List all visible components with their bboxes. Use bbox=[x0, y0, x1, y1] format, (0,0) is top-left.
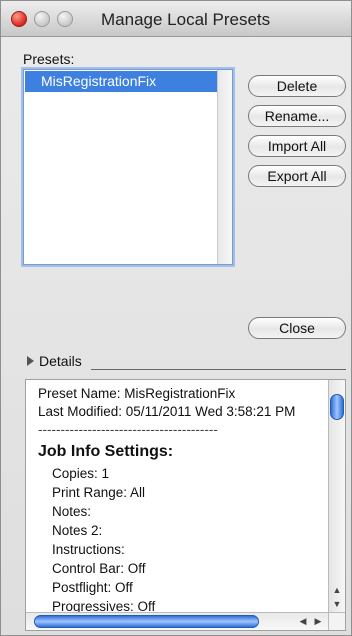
scroll-right-arrow-icon[interactable]: ▶ bbox=[311, 616, 325, 627]
details-vertical-scrollbar[interactable]: ▲ ▼ bbox=[328, 380, 345, 613]
delete-button[interactable]: Delete bbox=[248, 75, 346, 97]
detail-notes-2: Notes 2: bbox=[52, 523, 103, 538]
details-label[interactable]: Details bbox=[39, 353, 82, 369]
details-divider bbox=[91, 369, 346, 370]
presets-list-scrollbar[interactable] bbox=[217, 70, 232, 264]
list-item[interactable]: MisRegistrationFix bbox=[25, 71, 219, 92]
disclosure-triangle-icon[interactable] bbox=[27, 356, 34, 366]
horizontal-scroll-thumb[interactable] bbox=[34, 615, 259, 628]
scroll-corner bbox=[328, 612, 345, 630]
scroll-up-arrow-icon[interactable]: ▲ bbox=[330, 585, 344, 595]
details-horizontal-scrollbar[interactable]: ◀ ▶ bbox=[26, 612, 329, 630]
detail-postflight: Postflight: Off bbox=[52, 580, 133, 595]
detail-print-range: Print Range: All bbox=[52, 485, 146, 500]
zoom-window-icon[interactable] bbox=[57, 11, 73, 27]
detail-separator: ---------------------------------------- bbox=[38, 422, 218, 437]
scroll-down-arrow-icon[interactable]: ▼ bbox=[330, 599, 344, 609]
detail-heading: Job Info Settings: bbox=[38, 443, 174, 460]
presets-list[interactable]: MisRegistrationFix bbox=[23, 69, 233, 265]
vertical-scroll-thumb[interactable] bbox=[330, 394, 344, 420]
import-all-button[interactable]: Import All bbox=[248, 135, 346, 157]
detail-last-modified: Last Modified: 05/11/2011 Wed 3:58:21 PM bbox=[38, 404, 296, 419]
minimize-window-icon[interactable] bbox=[34, 11, 50, 27]
detail-preset-name: Preset Name: MisRegistrationFix bbox=[38, 386, 236, 401]
details-text-area[interactable]: Preset Name: MisRegistrationFix Last Mod… bbox=[25, 379, 346, 631]
detail-copies: Copies: 1 bbox=[52, 466, 110, 481]
detail-instructions: Instructions: bbox=[52, 542, 125, 557]
detail-control-bar: Control Bar: Off bbox=[52, 561, 146, 576]
manage-local-presets-window: Manage Local Presets Presets: MisRegistr… bbox=[0, 0, 352, 636]
close-button[interactable]: Close bbox=[248, 317, 346, 339]
presets-label: Presets: bbox=[23, 51, 75, 67]
scroll-left-arrow-icon[interactable]: ◀ bbox=[296, 616, 310, 627]
rename-button[interactable]: Rename... bbox=[248, 105, 346, 127]
close-window-icon[interactable] bbox=[11, 11, 27, 27]
detail-notes: Notes: bbox=[52, 504, 92, 519]
export-all-button[interactable]: Export All bbox=[248, 165, 346, 187]
title-bar[interactable]: Manage Local Presets bbox=[1, 1, 351, 37]
window-title: Manage Local Presets bbox=[101, 10, 271, 29]
